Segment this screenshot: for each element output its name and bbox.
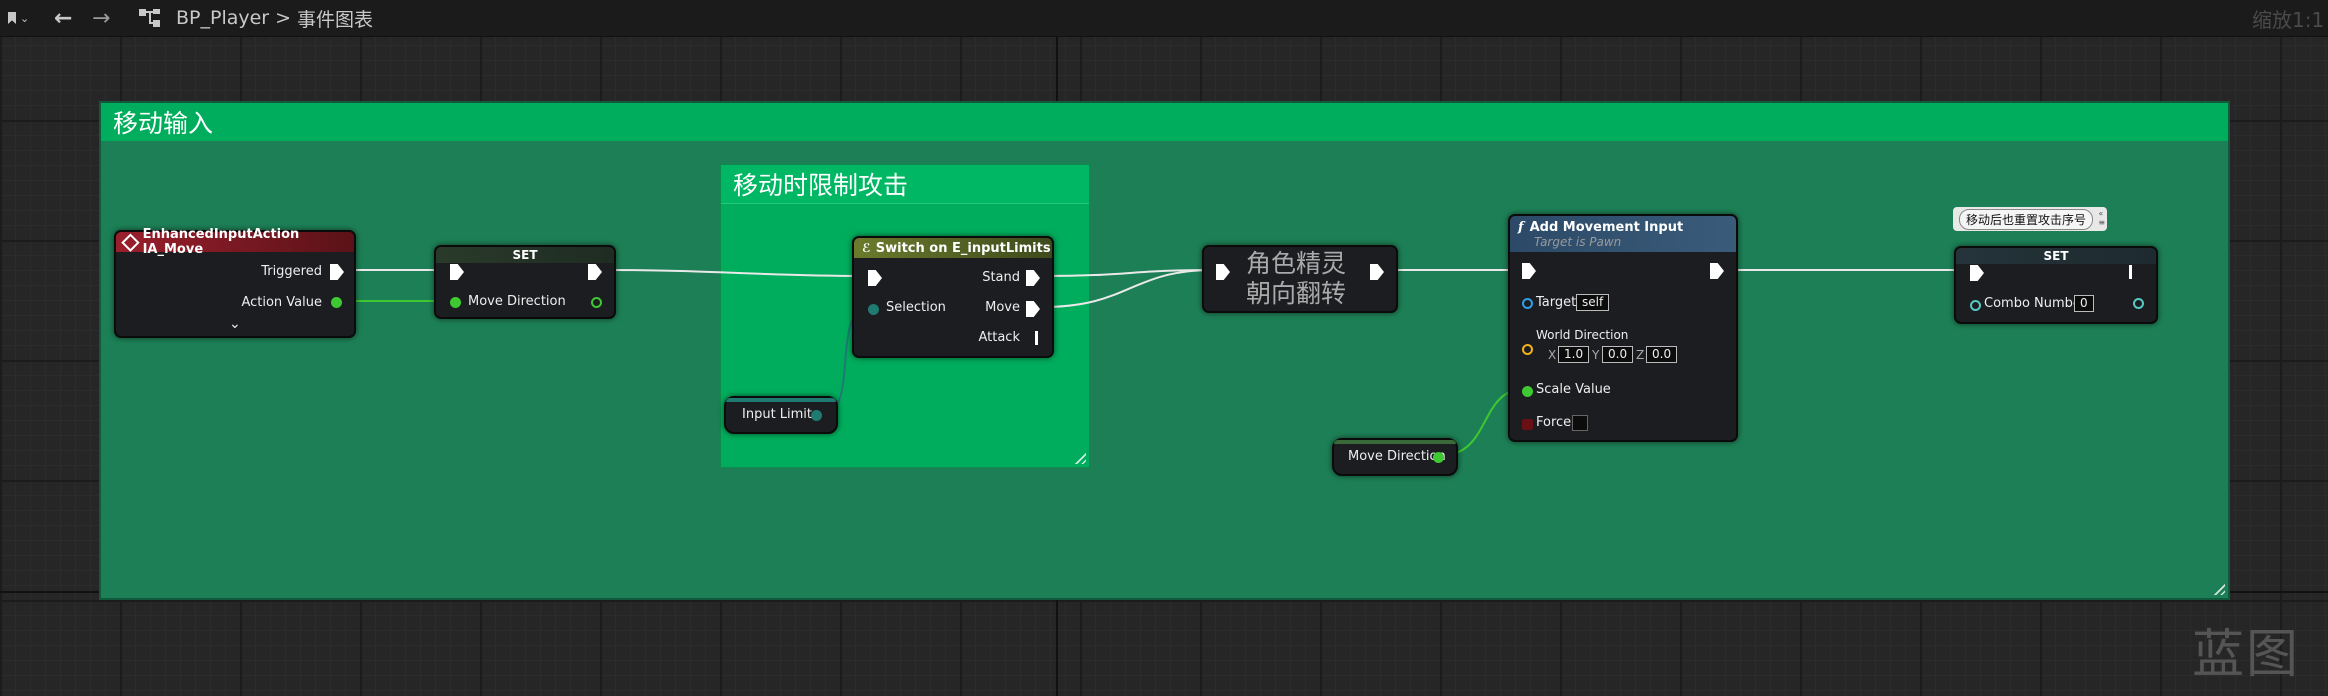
expand-chevron-icon[interactable]: ⌄: [229, 316, 241, 332]
exec-out-pin-icon[interactable]: [1370, 264, 1384, 280]
y-label: Y: [1592, 348, 1600, 362]
y-value-field[interactable]: 0.0: [1602, 346, 1634, 363]
z-value-field[interactable]: 0.0: [1646, 346, 1678, 363]
x-label: X: [1548, 348, 1557, 362]
target-pin-icon[interactable]: [1522, 298, 1533, 309]
input-action-node[interactable]: EnhancedInputAction IA_Move Triggered Ac…: [114, 227, 356, 338]
pin-label-target: Target: [1536, 295, 1577, 310]
world-direction-pin-icon[interactable]: [1522, 344, 1533, 355]
set-combo-number-node[interactable]: SET Combo Number 0: [1954, 246, 2158, 324]
combo-number-out-pin-icon[interactable]: [2133, 298, 2144, 309]
x-value-field[interactable]: 1.0: [1558, 346, 1590, 363]
node-title: Add Movement Input: [1529, 219, 1684, 235]
exec-out-pin-icon[interactable]: [1710, 263, 1724, 279]
function-title-row: f Add Movement Input: [1518, 220, 1683, 235]
input-limits-getter-node[interactable]: Input Limits: [724, 396, 838, 434]
exec-in-pin-icon[interactable]: [868, 270, 882, 286]
move-direction-out-pin-icon[interactable]: [1433, 452, 1444, 463]
z-label: Z: [1636, 348, 1645, 362]
variable-label: Input Limits: [742, 407, 819, 422]
pin-label-force: Force: [1536, 415, 1572, 430]
node-title: Switch on E_inputLimits: [875, 240, 1051, 256]
add-movement-input-node[interactable]: f Add Movement Input Target is Pawn Targe…: [1508, 214, 1738, 442]
variable-color-stripe: [1334, 440, 1456, 444]
variable-label: Move Direction: [1348, 449, 1446, 464]
exec-in-pin-icon[interactable]: [1216, 264, 1230, 280]
pin-label-action-value: Action Value: [241, 295, 322, 310]
input-action-header: EnhancedInputAction IA_Move: [116, 227, 354, 257]
exec-in-pin-icon[interactable]: [1970, 265, 1984, 281]
pin-label-move-direction: Move Direction: [468, 294, 566, 309]
scale-value-pin-icon[interactable]: [1522, 386, 1533, 397]
input-limits-out-pin-icon[interactable]: [811, 410, 822, 421]
move-direction-out-pin-icon[interactable]: [591, 297, 602, 308]
switch-icon: ℰ: [862, 241, 871, 255]
exec-wire: [603, 269, 865, 277]
pin-label-combo-number: Combo Number: [1984, 296, 2087, 311]
event-diamond-icon: [121, 232, 140, 252]
node-title: SET: [1956, 248, 2156, 264]
blueprint-watermark: 蓝图: [2192, 625, 2301, 685]
set-move-direction-node[interactable]: SET Move Direction: [434, 245, 616, 319]
target-value-field[interactable]: self: [1576, 294, 1610, 311]
pin-label-attack: Attack: [978, 330, 1020, 345]
exec-out-pin-icon[interactable]: [588, 264, 602, 280]
pin-label-world-direction: World Direction: [1536, 328, 1629, 342]
exec-out-attack-pin-icon[interactable]: [1035, 331, 1038, 345]
collapsed-node-title: 角色精灵 朝向翻转: [1246, 249, 1347, 308]
action-value-pin-icon[interactable]: [331, 297, 342, 308]
pin-label-scale-value: Scale Value: [1536, 382, 1611, 397]
exec-in-pin-icon[interactable]: [1522, 263, 1536, 279]
exec-in-pin-icon[interactable]: [450, 264, 464, 280]
force-checkbox[interactable]: [1572, 415, 1588, 431]
exec-out-stand-pin-icon[interactable]: [1026, 270, 1040, 286]
move-direction-getter-node[interactable]: Move Direction: [1332, 438, 1458, 476]
pin-label-selection: Selection: [886, 300, 946, 315]
exec-out-move-pin-icon[interactable]: [1026, 301, 1040, 317]
combo-number-value-field[interactable]: 0: [2074, 295, 2094, 312]
function-icon: f: [1518, 219, 1524, 235]
node-title: SET: [436, 247, 614, 263]
flip-sprite-collapsed-node[interactable]: 角色精灵 朝向翻转: [1202, 245, 1398, 313]
node-title: EnhancedInputAction IA_Move: [142, 227, 300, 257]
selection-pin-icon[interactable]: [868, 304, 879, 315]
pin-comment-icon[interactable]: «≡: [2098, 209, 2105, 227]
move-direction-in-pin-icon[interactable]: [450, 297, 461, 308]
pin-label-move: Move: [985, 300, 1020, 315]
add-movement-input-header: f Add Movement Input Target is Pawn: [1510, 216, 1736, 252]
variable-color-stripe: [726, 398, 836, 402]
switch-header: ℰ Switch on E_inputLimits: [854, 238, 1052, 258]
exec-out-pin-icon[interactable]: [330, 264, 344, 280]
comment-bubble-text: 移动后也重置攻击序号: [1959, 208, 2094, 230]
node-subtitle: Target is Pawn: [1534, 234, 1622, 249]
comment-bubble[interactable]: 移动后也重置攻击序号 «≡: [1953, 207, 2108, 231]
exec-out-pin-icon[interactable]: [2129, 265, 2132, 279]
pin-label-triggered: Triggered: [261, 264, 322, 279]
pin-label-stand: Stand: [982, 270, 1020, 285]
force-pin-icon[interactable]: [1522, 419, 1533, 430]
wire-layer: [340, 269, 1964, 456]
combo-number-in-pin-icon[interactable]: [1970, 300, 1981, 311]
switch-node[interactable]: ℰ Switch on E_inputLimits Selection Stan…: [852, 236, 1054, 358]
